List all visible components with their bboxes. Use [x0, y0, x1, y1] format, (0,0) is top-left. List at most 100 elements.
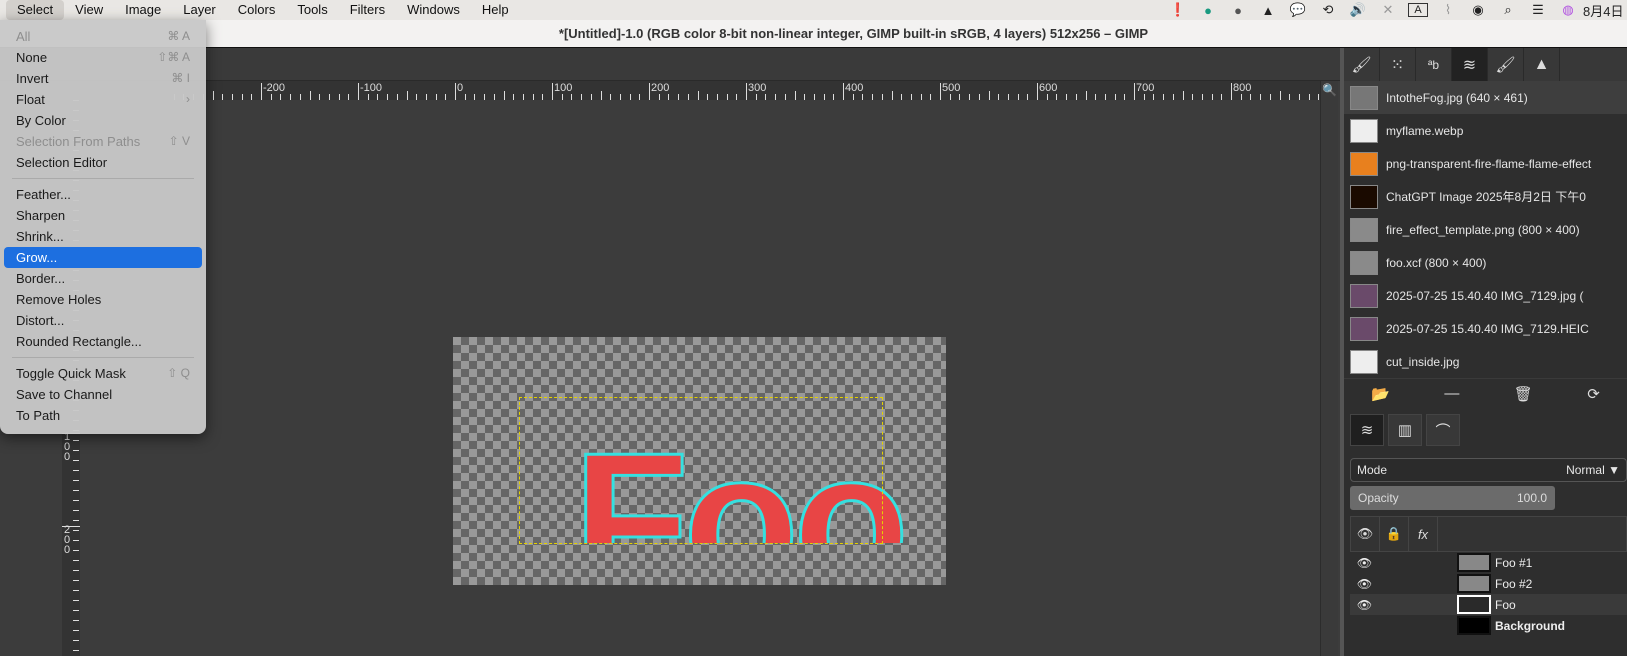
menu-view[interactable]: View: [64, 0, 114, 20]
alert-icon[interactable]: ❗: [1163, 2, 1193, 18]
image-list-item[interactable]: ChatGPT Image 2025年8月2日 下午0: [1344, 180, 1627, 213]
menu-item-rounded-rectangle[interactable]: Rounded Rectangle...: [4, 331, 202, 352]
menu-colors[interactable]: Colors: [227, 0, 287, 20]
ruler-label: 200: [64, 524, 71, 556]
remove-icon[interactable]: —: [1444, 385, 1459, 402]
menu-windows[interactable]: Windows: [396, 0, 471, 20]
menu-item-border[interactable]: Border...: [4, 268, 202, 289]
clock-date[interactable]: 8月4日: [1583, 1, 1627, 20]
menu-item-all[interactable]: All ⌘ A: [4, 26, 202, 47]
line-app-icon[interactable]: 💬: [1283, 2, 1313, 18]
paths-tab-icon[interactable]: ⌒: [1426, 414, 1460, 446]
ruler-minor-tick: [73, 640, 79, 641]
menu-item-save-to-channel[interactable]: Save to Channel: [4, 384, 202, 405]
search-icon[interactable]: ⌕: [1493, 2, 1523, 18]
eye-icon[interactable]: 👁: [1350, 577, 1379, 591]
mode-select[interactable]: Mode Normal ▼: [1350, 458, 1627, 482]
image-name: IntotheFog.jpg (640 × 461): [1386, 90, 1528, 105]
eye-icon[interactable]: 👁: [1350, 598, 1379, 612]
image-canvas[interactable]: Foo: [453, 337, 946, 585]
menu-item-grow[interactable]: Grow...: [4, 247, 202, 268]
input-source-icon[interactable]: A: [1408, 3, 1428, 17]
layer-thumbnail: [1457, 595, 1491, 614]
image-list-item[interactable]: myflame.webp: [1344, 114, 1627, 147]
menu-item-sharpen[interactable]: Sharpen: [4, 205, 202, 226]
image-thumbnail: [1350, 151, 1378, 176]
triangle-icon[interactable]: ▲: [1253, 3, 1283, 18]
menu-select[interactable]: Select: [6, 0, 65, 20]
volume-icon[interactable]: 🔊: [1343, 2, 1373, 18]
ruler-minor-tick: [73, 470, 79, 471]
menu-item-selection-from-paths[interactable]: Selection From Paths ⇧ V: [4, 131, 202, 152]
mode-value: Normal: [1566, 463, 1605, 477]
open-image-icon[interactable]: 📂: [1371, 385, 1390, 403]
menu-item-label: Sharpen: [16, 208, 66, 223]
image-list-item[interactable]: IntotheFog.jpg (640 × 461): [1344, 81, 1627, 114]
menu-item-feather[interactable]: Feather...: [4, 184, 202, 205]
menu-item-toggle-quick-mask[interactable]: Toggle Quick Mask ⇧ Q: [4, 363, 202, 384]
images-tab-icon[interactable]: ≋: [1452, 48, 1488, 81]
mountain-app-icon[interactable]: ●: [1193, 3, 1223, 18]
layer-row[interactable]: 👁 Foo: [1350, 594, 1627, 615]
menu-item-by-color[interactable]: By Color: [4, 110, 202, 131]
image-list-item[interactable]: cut_inside.jpg: [1344, 345, 1627, 378]
menu-item-selection-editor[interactable]: Selection Editor: [4, 152, 202, 173]
menu-layer[interactable]: Layer: [172, 0, 227, 20]
brushes-tab-icon[interactable]: 🖌: [1344, 48, 1380, 81]
zoom-icon[interactable]: 🔍: [1321, 83, 1338, 97]
menu-item-shrink[interactable]: Shrink...: [4, 226, 202, 247]
layer-row[interactable]: Background: [1350, 615, 1627, 636]
image-list-item[interactable]: 2025-07-25 15.40.40 IMG_7129.HEIC: [1344, 312, 1627, 345]
layer-thumbnail: [1457, 553, 1491, 572]
menu-item-invert[interactable]: Invert ⌘ I: [4, 68, 202, 89]
menu-item-distort[interactable]: Distort...: [4, 310, 202, 331]
control-center-icon[interactable]: ☰: [1523, 2, 1553, 18]
image-list-item[interactable]: fire_effect_template.png (800 × 400): [1344, 213, 1627, 246]
opacity-slider[interactable]: Opacity 100.0: [1350, 486, 1555, 510]
eye-icon[interactable]: 👁: [1351, 517, 1380, 551]
layers-tab-icon[interactable]: ≋: [1350, 414, 1384, 446]
image-list-item[interactable]: png-transparent-fire-flame-flame-effect: [1344, 147, 1627, 180]
eye-icon[interactable]: 👁: [1350, 556, 1379, 570]
ruler-minor-tick: [73, 630, 79, 631]
histogram-tab-icon[interactable]: ▲: [1524, 48, 1560, 81]
user-icon[interactable]: ◉: [1463, 2, 1493, 18]
menu-item-remove-holes[interactable]: Remove Holes: [4, 289, 202, 310]
menu-filters[interactable]: Filters: [339, 0, 396, 20]
no-signal-app-icon[interactable]: ●: [1223, 3, 1253, 18]
image-list-item[interactable]: foo.xcf (800 × 400): [1344, 246, 1627, 279]
bluetooth-off-icon[interactable]: ✕: [1373, 2, 1403, 18]
opacity-value: 100.0: [1516, 491, 1547, 505]
ruler-label: 100: [554, 82, 573, 94]
ruler-major-tick: [940, 83, 941, 100]
layer-row[interactable]: 👁 Foo #1: [1350, 552, 1627, 573]
siri-icon[interactable]: ◍: [1553, 2, 1583, 18]
lock-icon[interactable]: 🔒: [1380, 517, 1409, 551]
menu-tools[interactable]: Tools: [286, 0, 338, 20]
image-thumbnail: [1350, 85, 1378, 110]
layer-row[interactable]: 👁 Foo #2: [1350, 573, 1627, 594]
selection-marquee: [519, 397, 883, 544]
menu-item-none[interactable]: None ⇧⌘ A: [4, 47, 202, 68]
canvas-area[interactable]: Foo: [80, 100, 1320, 656]
channels-tab-icon[interactable]: ▥: [1388, 414, 1422, 446]
menu-image[interactable]: Image: [114, 0, 172, 20]
ruler-minor-tick: [73, 520, 79, 521]
opacity-label: Opacity: [1358, 491, 1399, 505]
image-list-item[interactable]: 2025-07-25 15.40.40 IMG_7129.jpg (: [1344, 279, 1627, 312]
refresh-icon[interactable]: ⟳: [1587, 385, 1600, 403]
time-machine-icon[interactable]: ⟲: [1313, 2, 1343, 18]
wifi-off-icon[interactable]: ⌇: [1433, 2, 1463, 18]
menu-item-float[interactable]: Float ›: [4, 89, 202, 110]
menu-item-label: Remove Holes: [16, 292, 102, 307]
fx-icon[interactable]: fx: [1409, 517, 1438, 551]
paint-tab-icon[interactable]: 🖌: [1488, 48, 1524, 81]
vertical-scrollbar[interactable]: 🔍: [1320, 81, 1338, 656]
menu-item-label: Grow...: [16, 250, 58, 265]
patterns-tab-icon[interactable]: ⁙: [1380, 48, 1416, 81]
fonts-tab-icon[interactable]: ªb: [1416, 48, 1452, 81]
delete-icon[interactable]: 🗑: [1514, 385, 1533, 403]
menu-item-to-path[interactable]: To Path: [4, 405, 202, 426]
image-thumbnail: [1350, 184, 1378, 209]
menu-help[interactable]: Help: [471, 0, 520, 20]
